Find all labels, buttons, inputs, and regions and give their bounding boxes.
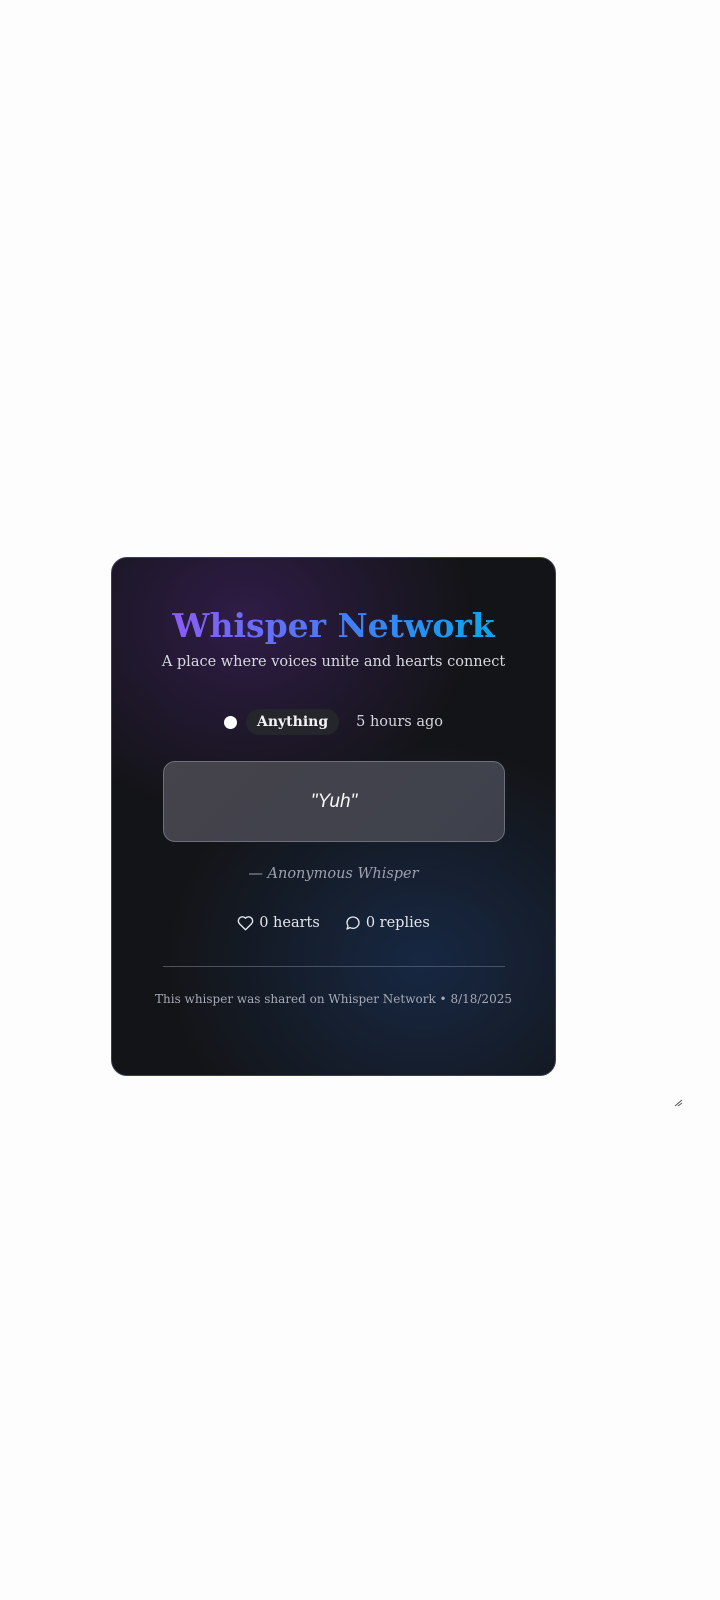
replies-stat: 0 replies bbox=[345, 915, 430, 931]
whisper-share-card: Whisper Network A place where voices uni… bbox=[111, 557, 556, 1076]
card-title: Whisper Network bbox=[112, 604, 555, 648]
replies-count: 0 replies bbox=[365, 915, 430, 931]
card-footer: This whisper was shared on Whisper Netwo… bbox=[155, 992, 512, 1006]
whisper-meta: Anything 5 hours ago bbox=[112, 709, 555, 735]
hearts-stat: 0 hearts bbox=[237, 915, 320, 931]
chat-bubble-icon bbox=[345, 915, 361, 931]
whisper-stats: 0 hearts 0 replies bbox=[112, 911, 555, 935]
whisper-author: — Anonymous Whisper bbox=[248, 866, 419, 882]
category-badge: Anything bbox=[246, 709, 340, 735]
heart-icon bbox=[237, 915, 254, 931]
whisper-quote-text: "Yuh" bbox=[310, 790, 358, 812]
resize-handle-icon bbox=[674, 1094, 683, 1107]
timestamp: 5 hours ago bbox=[356, 714, 443, 730]
whisper-quote-box: "Yuh" bbox=[163, 761, 505, 842]
hearts-count: 0 hearts bbox=[259, 915, 320, 931]
card-title-text: Whisper Network bbox=[172, 606, 495, 645]
card-divider bbox=[163, 966, 505, 967]
card-subtitle: A place where voices unite and hearts co… bbox=[161, 654, 506, 670]
status-dot-icon bbox=[224, 715, 237, 729]
